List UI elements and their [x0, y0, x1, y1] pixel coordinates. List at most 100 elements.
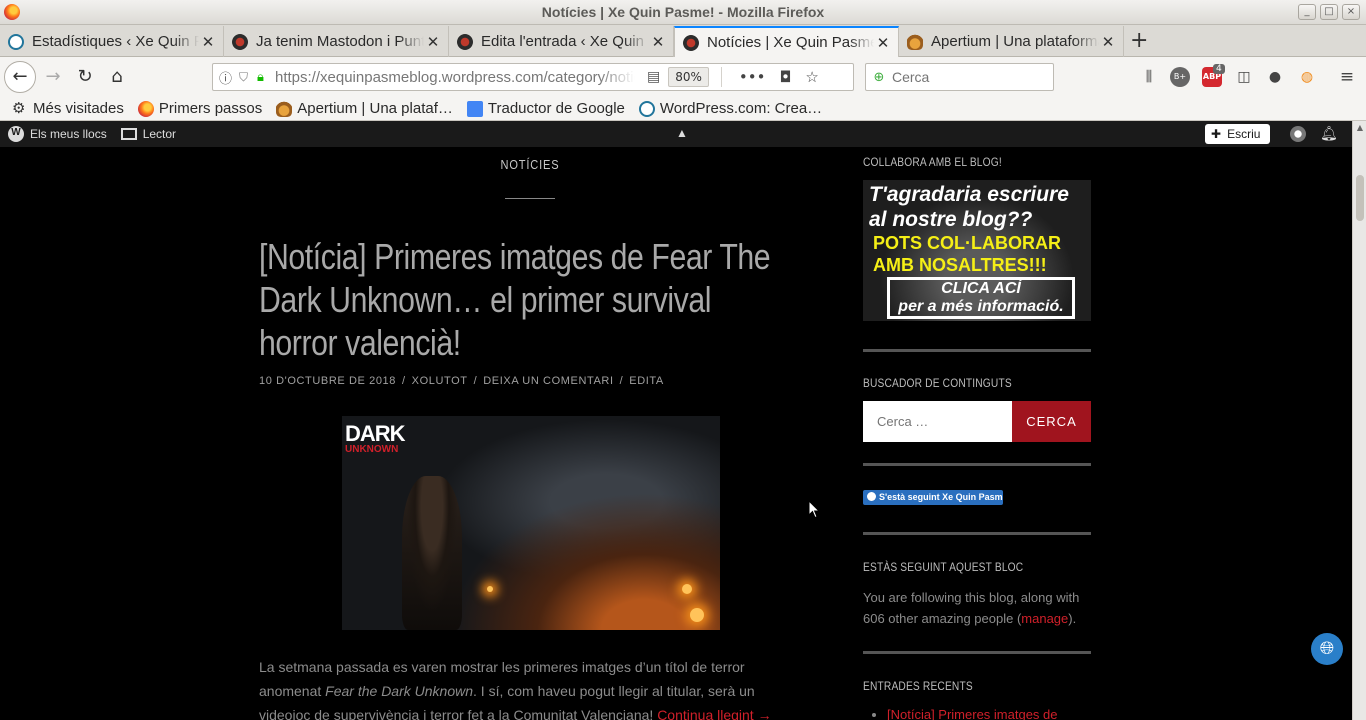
back-arrow-icon[interactable]: ← [4, 61, 36, 93]
tab-label: Estadístiques ‹ Xe Quin Pasme! [32, 33, 199, 50]
bookmark-label: Apertium | Una plataf… [297, 100, 453, 117]
search-engine-icon[interactable]: ⊕ [866, 70, 892, 85]
category-title: NOTÍCIES [500, 157, 560, 172]
navigation-bar: ← → ↻ ⌂ ⓘ ⛉ 🔒︎ https://xequinpasmeblog.w… [0, 57, 1366, 97]
widget-divider [863, 463, 1091, 466]
excerpt-emphasis: Fear the Dark Unknown [325, 683, 474, 699]
maximize-button[interactable]: □ [1320, 4, 1338, 20]
minimize-button[interactable]: _ [1298, 4, 1316, 20]
list-item: [Notícia] Primeres imatges de [887, 707, 1058, 720]
tab-strip: Estadístiques ‹ Xe Quin Pasme! ✕ Ja teni… [0, 25, 1366, 57]
tab-label: Edita l'entrada ‹ Xe Quin Pasme! [481, 33, 649, 50]
post-title[interactable]: [Notícia] Primeres imatges de Fear The D… [259, 235, 789, 364]
fire-glow [682, 584, 692, 594]
close-tab-icon[interactable]: ✕ [874, 34, 892, 52]
widget-divider [863, 651, 1091, 654]
google-translate-icon [466, 100, 483, 117]
reload-icon[interactable]: ↻ [73, 65, 97, 89]
meta-separator: / [401, 375, 406, 387]
sidebar-icon[interactable]: ◫ [1234, 67, 1254, 87]
reader-view-icon[interactable]: ▤ [647, 69, 660, 85]
featured-image[interactable]: DARK UNKNOWN [342, 416, 720, 630]
wordpress-admin-bar: Els meus llocs Lector ▲ ✚ Escriu 🔔︎ [0, 121, 1352, 147]
hamburger-menu-icon[interactable]: ≡ [1337, 67, 1357, 87]
post-meta: 10 D'OCTUBRE DE 2018 / XOLUTOT / DEIXA UN CO… [259, 375, 664, 387]
firefox-icon [137, 100, 154, 117]
bookmark-primers-passos[interactable]: Primers passos [137, 100, 262, 117]
tab-edita-entrada[interactable]: Edita l'entrada ‹ Xe Quin Pasme! ✕ [449, 26, 674, 57]
tab-label: Notícies | Xe Quin Pasme! [707, 34, 874, 51]
close-tab-icon[interactable]: ✕ [649, 33, 667, 51]
scroll-up-icon[interactable]: ▲ [1355, 123, 1365, 132]
search-bar[interactable]: ⊕ [865, 63, 1054, 91]
collapse-bar-icon[interactable]: ▲ [676, 126, 688, 140]
reader-link[interactable]: Lector [120, 127, 177, 141]
tab-noticies[interactable]: Notícies | Xe Quin Pasme! ✕ [674, 26, 899, 57]
write-button[interactable]: ✚ Escriu [1205, 124, 1271, 144]
basketball-extension-icon[interactable]: ◍ [1297, 67, 1317, 87]
manage-link[interactable]: manage [1021, 611, 1068, 626]
lock-icon[interactable]: 🔒︎ [257, 70, 275, 85]
collabora-widget-title: COLLABORA AMB EL BLOG! [863, 155, 1002, 169]
url-bar[interactable]: ⓘ ⛉ 🔒︎ https://xequinpasmeblog.wordpress… [212, 63, 854, 91]
post-author-link[interactable]: XOLUTOT [412, 375, 468, 387]
wordpress-icon [638, 100, 655, 117]
my-sites-link[interactable]: Els meus llocs [8, 126, 107, 142]
mouse-cursor-icon [808, 500, 820, 519]
post-title-line[interactable]: horror valencià! [259, 321, 461, 364]
pocket-icon[interactable]: ◘ [779, 68, 791, 86]
follow-button[interactable]: S'està seguint Xe Quin Pasme! [863, 490, 1003, 505]
library-icon[interactable]: ⫼ [1139, 67, 1159, 87]
extension-icon[interactable]: ● [1265, 67, 1285, 87]
search-input[interactable] [892, 69, 1042, 85]
translate-globe-icon[interactable]: 🌐︎ [1311, 633, 1343, 665]
new-tab-icon[interactable]: + [1130, 28, 1148, 53]
gear-icon: ⚙ [12, 99, 26, 117]
edit-post-link[interactable]: EDITA [629, 375, 664, 387]
bookmark-wordpress[interactable]: WordPress.com: Crea… [638, 100, 822, 117]
tab-estadistiques[interactable]: Estadístiques ‹ Xe Quin Pasme! ✕ [0, 26, 224, 57]
tab-mastodon[interactable]: Ja tenim Mastodon i Punt Org ✕ [224, 26, 449, 57]
game-logo-sub: UNKNOWN [345, 444, 399, 455]
blog-search-button[interactable]: CERCA [1012, 401, 1091, 442]
info-icon[interactable]: ⓘ [219, 68, 239, 87]
reader-label: Lector [142, 127, 177, 141]
bug-icon [683, 34, 699, 51]
notifications-icon[interactable]: 🔔︎ [1320, 125, 1338, 142]
collaborate-banner[interactable]: T'agradaria escriure al nostre blog?? POT… [863, 180, 1091, 321]
game-logo: DARK [345, 421, 406, 446]
avatar[interactable] [1290, 126, 1306, 142]
close-tab-icon[interactable]: ✕ [199, 33, 217, 51]
bplus-extension-icon[interactable]: B+ [1170, 67, 1190, 87]
tab-apertium[interactable]: Apertium | Una plataforma ✕ [899, 26, 1124, 57]
fire-glow [690, 608, 704, 622]
close-tab-icon[interactable]: ✕ [424, 33, 442, 51]
leave-comment-link[interactable]: DEIXA UN COMENTARI [483, 375, 613, 387]
page-actions-icon[interactable]: ••• [739, 68, 766, 86]
close-window-button[interactable]: × [1342, 4, 1360, 20]
home-icon[interactable]: ⌂ [105, 65, 129, 89]
bookmark-mes-visitades[interactable]: ⚙ Més visitades [12, 100, 124, 117]
post-title-line[interactable]: [Notícia] Primeres imatges de Fear The [259, 235, 771, 278]
page-viewport: Els meus llocs Lector ▲ ✚ Escriu 🔔︎ NOTÍ… [0, 121, 1352, 720]
scrollbar-thumb[interactable] [1356, 175, 1364, 221]
close-tab-icon[interactable]: ✕ [1099, 33, 1117, 51]
category-divider [505, 198, 555, 199]
widget-divider [863, 349, 1091, 352]
page-scrollbar[interactable]: ▲ [1352, 121, 1366, 720]
post-title-line[interactable]: Dark Unknown… el primer survival [259, 278, 711, 321]
bookmark-apertium[interactable]: Apertium | Una plataf… [276, 100, 453, 117]
blog-search-input[interactable] [863, 401, 1012, 442]
wordpress-icon [8, 33, 24, 50]
recent-post-link[interactable]: [Notícia] Primeres imatges de [887, 707, 1058, 720]
bookmark-star-icon[interactable]: ☆ [805, 68, 818, 86]
zoom-indicator[interactable]: 80% [668, 67, 709, 87]
url-text[interactable]: https://xequinpasmeblog.wordpress.com/ca… [275, 69, 635, 86]
url-separator [720, 67, 722, 87]
bookmark-google-translate[interactable]: Traductor de Google [466, 100, 625, 117]
tracking-shield-icon[interactable]: ⛉ [239, 70, 257, 85]
fire-glow [487, 586, 493, 592]
forward-arrow-icon[interactable]: → [41, 65, 65, 89]
continue-reading-link[interactable]: Continua llegint → [657, 707, 771, 720]
post-date-link[interactable]: 10 D'OCTUBRE DE 2018 [259, 375, 396, 387]
